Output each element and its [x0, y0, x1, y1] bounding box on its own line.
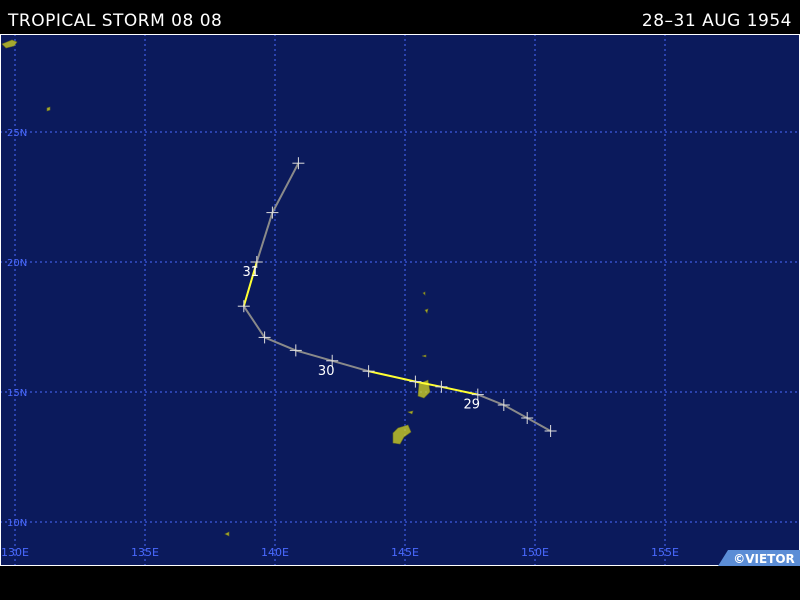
day-label: 31 [243, 265, 260, 280]
day-label: 30 [318, 364, 335, 379]
lon-tick-label: 140E [261, 546, 289, 559]
storm-track-map: 130E 135E 140E 145E 150E 155E 10N 15N 20N 25N 29 30… [0, 34, 800, 566]
lat-tick-label: 10N [7, 518, 27, 529]
island-small [46, 106, 51, 112]
credit-badge: ©VIETOR [718, 550, 800, 566]
lat-tick-label: 20N [7, 258, 27, 269]
credit-text: ©VIETOR [733, 552, 795, 566]
ocean-background [0, 34, 800, 566]
lat-tick-label: 25N [7, 128, 27, 139]
lon-tick-label: 145E [391, 546, 419, 559]
day-label: 29 [464, 398, 481, 413]
lat-tick-label: 15N [7, 388, 27, 399]
lon-tick-label: 155E [651, 546, 679, 559]
lon-tick-label: 130E [1, 546, 29, 559]
lon-tick-label: 150E [521, 546, 549, 559]
lon-tick-label: 135E [131, 546, 159, 559]
